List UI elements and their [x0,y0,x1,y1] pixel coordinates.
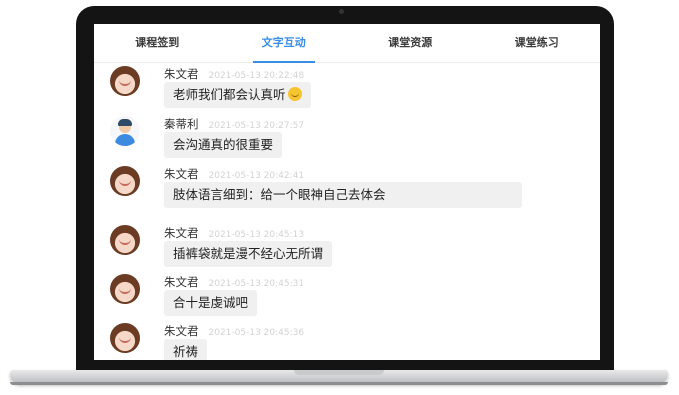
sender-name: 秦蒂利 [164,117,199,131]
avatar[interactable] [110,274,140,304]
message-bubble[interactable]: 会沟通真的很重要 [164,132,283,158]
message-time: 2021-05-13 20:27:57 [208,121,305,131]
message-time: 2021-05-13 20:45:31 [208,279,305,289]
message-time: 2021-05-13 20:45:13 [208,230,305,240]
laptop-notch [294,370,384,375]
sender-name: 朱文君 [164,324,199,338]
message-text: 老师我们都会认真听 [173,87,286,102]
tab-bar: 课程签到 文字互动 课堂资源 课堂练习 [94,24,600,63]
sender-name: 朱文君 [164,67,199,81]
message-bubble[interactable]: 祈祷 [164,339,208,360]
app-screen: 课程签到 文字互动 课堂资源 课堂练习 朱文君 2021-05-13 20:22:… [94,24,600,360]
smile-emoji-icon [287,87,302,101]
message-time: 2021-05-13 20:42:41 [208,171,305,181]
message-bubble[interactable]: 老师我们都会认真听 [164,82,311,108]
message-text: 插裤袋就是漫不经心无所谓 [173,246,324,261]
tab-text-interaction[interactable]: 文字互动 [221,24,348,63]
tab-class-exercises[interactable]: 课堂练习 [474,24,601,62]
message-text: 会沟通真的很重要 [173,137,274,152]
tab-class-resources[interactable]: 课堂资源 [347,24,474,62]
message-bubble[interactable]: 肢体语言细到：给一个眼神自己去体会 [164,182,522,208]
tab-course-checkin[interactable]: 课程签到 [94,24,221,62]
avatar[interactable] [110,116,140,146]
sender-name: 朱文君 [164,275,199,289]
sender-name: 朱文君 [164,167,199,181]
avatar[interactable] [110,166,140,196]
avatar-body-shape [115,134,135,146]
message-text: 合十是虔诚吧 [173,295,249,310]
sender-name: 朱文君 [164,226,199,240]
message-time: 2021-05-13 20:22:48 [208,71,305,81]
avatar[interactable] [110,225,140,255]
avatar[interactable] [110,66,140,96]
message-text: 祈祷 [173,344,199,359]
message-time: 2021-05-13 20:45:36 [208,328,305,338]
message-text: 肢体语言细到：给一个眼神自己去体会 [173,187,386,202]
avatar[interactable] [110,323,140,353]
message-bubble[interactable]: 插裤袋就是漫不经心无所谓 [164,241,333,267]
avatar-hair-shape [118,119,132,126]
message-bubble[interactable]: 合十是虔诚吧 [164,290,258,316]
camera-dot [339,9,344,14]
laptop-base-edge [10,382,668,385]
